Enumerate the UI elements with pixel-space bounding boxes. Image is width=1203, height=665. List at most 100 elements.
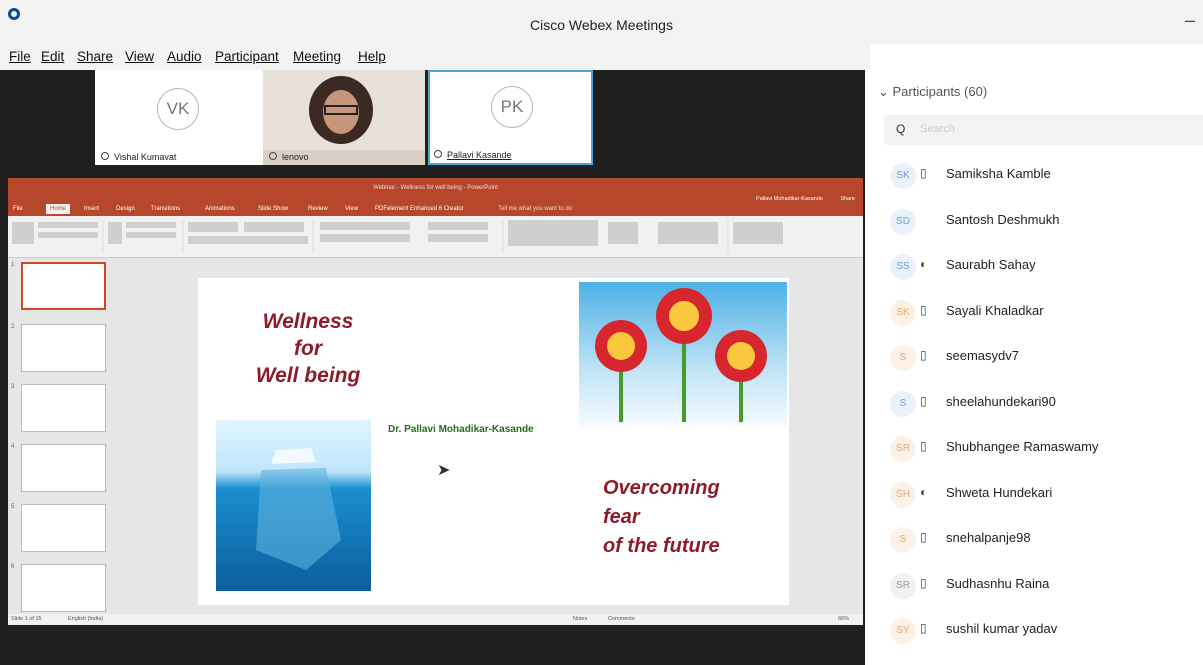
- video-tile-vk[interactable]: VK Vishal Kumavat: [95, 70, 263, 165]
- menu-bar: File Edit Share View Audio Participant M…: [0, 44, 870, 70]
- participant-name: Sayali Khaladkar: [946, 302, 1044, 318]
- avatar: SK: [890, 163, 916, 189]
- participant-row[interactable]: SK ▯ Sayali Khaladkar: [890, 290, 1195, 336]
- participant-name: lenovo: [269, 152, 309, 162]
- participant-name: Santosh Deshmukh: [946, 211, 1060, 227]
- participant-name: Shweta Hundekari: [946, 484, 1053, 500]
- phone-icon: ▯: [920, 575, 927, 590]
- avatar: S: [890, 345, 916, 371]
- slide-title: Wellness for Well being: [255, 310, 361, 387]
- participant-row[interactable]: SY ▯ sushil kumar yadav: [890, 608, 1195, 654]
- chevron-down-icon: ⌄: [878, 84, 893, 99]
- phone-icon: ▯: [920, 393, 927, 408]
- mouse-cursor-icon: ➤: [437, 462, 451, 479]
- language-indicator[interactable]: English (India): [68, 616, 103, 622]
- shared-powerpoint-window: Webinar - Wellness for well being - Powe…: [8, 178, 863, 625]
- current-slide[interactable]: Wellness for Well being Dr. Pallavi Moha…: [198, 278, 789, 605]
- slide-thumbnail-1[interactable]: [21, 262, 106, 310]
- participant-row[interactable]: SR ▯ Sudhasnhu Raina: [890, 563, 1195, 609]
- participant-row[interactable]: S ▯ sheelahundekari90: [890, 381, 1195, 427]
- menu-view[interactable]: View: [125, 49, 154, 64]
- ppt-tab-view[interactable]: View: [345, 206, 358, 212]
- ppt-title-bar: Webinar - Wellness for well being - Powe…: [8, 178, 863, 203]
- avatar: PK: [491, 86, 533, 128]
- ppt-tab-home[interactable]: Home: [46, 204, 71, 214]
- ppt-tell-me[interactable]: Tell me what you want to do: [498, 206, 572, 212]
- ppt-tab-review[interactable]: Review: [308, 206, 328, 212]
- search-placeholder: Search: [920, 123, 955, 135]
- title-bar: Cisco Webex Meetings –: [0, 0, 1203, 44]
- thumb-number: 4: [11, 444, 15, 450]
- participant-name: Sudhasnhu Raina: [946, 575, 1050, 591]
- participant-row[interactable]: SR ▯ Shubhangee Ramaswamy: [890, 426, 1195, 472]
- phone-icon: ▯: [920, 302, 927, 317]
- participant-name: seemasydv7: [946, 348, 1019, 363]
- menu-edit[interactable]: Edit: [41, 49, 64, 64]
- menu-share[interactable]: Share: [77, 49, 113, 64]
- slide-counter: Slide 1 of 15: [11, 616, 42, 622]
- menu-audio[interactable]: Audio: [167, 49, 202, 64]
- slide-author: Dr. Pallavi Mohadikar-Kasande: [388, 424, 534, 435]
- comments-button[interactable]: Comments: [608, 616, 635, 622]
- participant-row[interactable]: S ▯ snehalpanje98: [890, 517, 1195, 563]
- avatar: SR: [890, 436, 916, 462]
- participants-header[interactable]: ⌄ Participants (60): [878, 84, 987, 100]
- participant-row[interactable]: SD Santosh Deshmukh: [890, 199, 1195, 245]
- avatar: S: [890, 390, 916, 417]
- ppt-tab-insert[interactable]: Insert: [84, 206, 99, 212]
- phone-icon: ▯: [920, 348, 927, 362]
- iceberg-image: [216, 420, 371, 591]
- slide-thumbnail-2[interactable]: [21, 324, 106, 372]
- ppt-tab-slideshow[interactable]: Slide Show: [258, 206, 288, 212]
- flowers-image: [579, 282, 787, 427]
- phone-icon: ▯: [920, 439, 927, 453]
- microphone-icon: [434, 150, 442, 158]
- ppt-tab-transitions[interactable]: Transitions: [151, 206, 180, 212]
- ppt-status-bar: Slide 1 of 15 English (India) Notes Comm…: [8, 614, 863, 625]
- ppt-tab-design[interactable]: Design: [116, 206, 135, 212]
- menu-file[interactable]: File: [9, 49, 31, 64]
- participant-search[interactable]: Q Search: [884, 115, 1203, 145]
- webcam-video: [263, 70, 425, 150]
- participant-name: sheelahundekari90: [946, 393, 1056, 409]
- participant-row[interactable]: S ▯ seemasydv7: [890, 335, 1195, 381]
- thumb-number: 2: [11, 324, 15, 330]
- slide-thumbnail-3[interactable]: [21, 384, 106, 432]
- minimize-button[interactable]: –: [1185, 10, 1195, 31]
- menu-meeting[interactable]: Meeting: [293, 49, 341, 64]
- participant-name: Pallavi Kasande: [434, 150, 512, 160]
- menu-participant[interactable]: Participant: [215, 49, 279, 64]
- avatar: SH: [890, 481, 916, 508]
- ppt-share-button[interactable]: Share: [840, 196, 855, 202]
- ppt-ribbon-tabs: File Home Insert Design Transitions Anim…: [8, 203, 863, 216]
- video-tile-pk[interactable]: PK Pallavi Kasande: [428, 70, 593, 165]
- avatar: SD: [890, 208, 916, 235]
- notes-button[interactable]: Notes: [573, 616, 587, 622]
- participant-row[interactable]: SH ◐ Shweta Hundekari: [890, 472, 1195, 518]
- participant-name: Vishal Kumavat: [101, 152, 176, 162]
- participant-row[interactable]: SK ▯ Samiksha Kamble: [890, 153, 1195, 199]
- webex-window: Cisco Webex Meetings – File Edit Share V…: [0, 0, 1203, 665]
- ppt-title: Webinar - Wellness for well being - Powe…: [373, 185, 498, 191]
- participant-row[interactable]: SS ◐ Saurabh Sahay: [890, 244, 1195, 290]
- zoom-level[interactable]: 66%: [838, 616, 849, 622]
- slide-thumbnail-5[interactable]: [21, 504, 106, 552]
- window-title: Cisco Webex Meetings: [530, 17, 673, 33]
- ppt-tab-animations[interactable]: Animations: [205, 206, 235, 212]
- search-icon: Q: [896, 122, 906, 136]
- avatar: SY: [890, 618, 916, 644]
- slide-subtitle: Overcoming fear of the future: [603, 477, 720, 557]
- ppt-tab-file[interactable]: File: [13, 206, 23, 212]
- microphone-icon: [101, 152, 109, 160]
- avatar: VK: [157, 88, 199, 130]
- slide-thumbnail-4[interactable]: [21, 444, 106, 492]
- ribbon-controls: [12, 220, 783, 252]
- participant-name: Shubhangee Ramaswamy: [946, 439, 1099, 454]
- menu-help[interactable]: Help: [358, 49, 386, 64]
- slide-thumbnail-6[interactable]: [21, 564, 106, 612]
- microphone-icon: [269, 152, 277, 160]
- ppt-tab-pdfelement[interactable]: PDFelement Enhanced 6 Creator: [375, 206, 464, 212]
- microphone-icon: ◐: [920, 484, 928, 499]
- avatar: SR: [890, 572, 916, 599]
- video-tile-lenovo[interactable]: lenovo: [263, 70, 425, 165]
